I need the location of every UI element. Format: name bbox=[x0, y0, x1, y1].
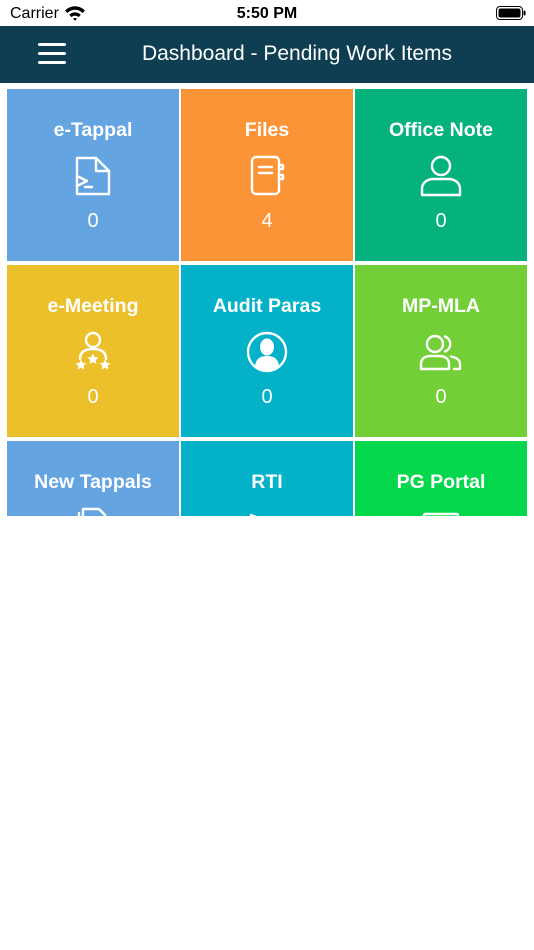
document-icon bbox=[75, 156, 111, 196]
dashboard-tiles: e-Tappal 0 Files 4 Office Note 0 e-Meeti… bbox=[7, 89, 528, 516]
tile-office-note[interactable]: Office Note 0 bbox=[355, 89, 527, 261]
tile-label: MP-MLA bbox=[402, 295, 480, 317]
send-icon bbox=[249, 513, 257, 516]
tile-label: Audit Paras bbox=[212, 295, 322, 317]
tile-count: 0 bbox=[435, 210, 447, 232]
tile-pg-portal[interactable]: PG Portal bbox=[355, 441, 527, 516]
status-bar: Carrier 5:50 PM bbox=[0, 0, 534, 26]
tile-count: 0 bbox=[87, 386, 99, 408]
tile-e-tappal[interactable]: e-Tappal 0 bbox=[7, 89, 179, 261]
page-title: Dashboard - Pending Work Items bbox=[141, 42, 453, 65]
user-icon bbox=[420, 155, 462, 197]
tile-label: e-Meeting bbox=[47, 295, 139, 317]
tile-e-meeting[interactable]: e-Meeting 0 bbox=[7, 265, 179, 437]
tile-label: Files bbox=[244, 119, 290, 141]
clock: 5:50 PM bbox=[236, 5, 298, 22]
tile-rti[interactable]: RTI bbox=[181, 441, 353, 516]
tile-files[interactable]: Files 4 bbox=[181, 89, 353, 261]
tile-count: 0 bbox=[435, 386, 447, 408]
tile-count: 0 bbox=[261, 386, 273, 408]
tile-label: New Tappals bbox=[34, 471, 152, 493]
tile-new-tappals[interactable]: New Tappals bbox=[7, 441, 179, 516]
tile-label: e-Tappal bbox=[53, 119, 133, 141]
rated-user-icon bbox=[75, 331, 111, 370]
tile-label: Office Note bbox=[388, 119, 493, 141]
users-icon bbox=[419, 334, 462, 371]
monitor-icon bbox=[422, 512, 460, 516]
tile-mp-mla[interactable]: MP-MLA 0 bbox=[355, 265, 527, 437]
hamburger-menu-icon[interactable] bbox=[38, 43, 66, 65]
file-binder-icon bbox=[250, 155, 285, 196]
tile-label: RTI bbox=[251, 471, 283, 493]
navigation-bar: Dashboard - Pending Work Items bbox=[0, 26, 534, 83]
tile-count: 0 bbox=[87, 210, 99, 232]
tile-count: 4 bbox=[261, 210, 273, 232]
battery-icon bbox=[496, 6, 526, 20]
documents-icon bbox=[77, 507, 107, 516]
tile-audit-paras[interactable]: Audit Paras 0 bbox=[181, 265, 353, 437]
user-circle-icon bbox=[246, 331, 288, 373]
tile-label: PG Portal bbox=[396, 471, 486, 493]
